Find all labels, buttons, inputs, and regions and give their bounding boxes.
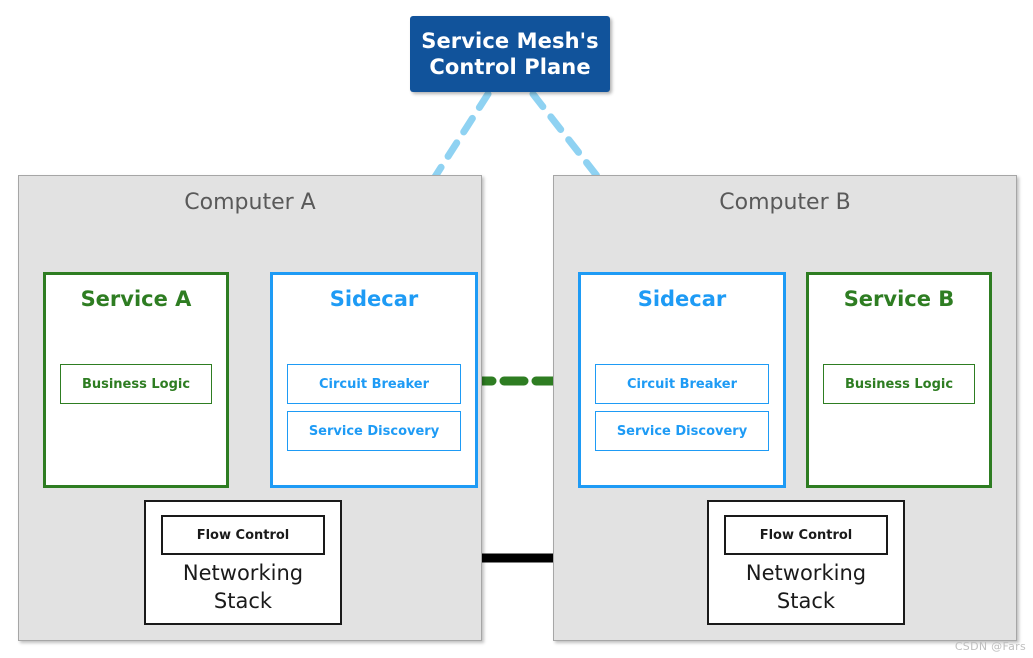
computer-b-title: Computer B bbox=[719, 190, 851, 215]
diagram-canvas: Service Mesh's Control Plane Computer A … bbox=[0, 0, 1033, 658]
service-b-title: Service B bbox=[843, 287, 955, 311]
service-a-title: Service A bbox=[80, 287, 192, 311]
netstack-a-label-line2: Stack bbox=[213, 588, 273, 613]
control-plane-label: Service Mesh's Control Plane bbox=[421, 28, 599, 81]
netstack-a-label-line1: Networking bbox=[182, 561, 304, 585]
control-plane-box[interactable]: Service Mesh's Control Plane bbox=[410, 16, 610, 92]
sidecar-b-box[interactable]: Sidecar Circuit Breaker Service Discover… bbox=[578, 272, 786, 488]
netstack-a-label: Networking Stack bbox=[146, 560, 340, 616]
control-plane-label-line2: Control Plane bbox=[429, 55, 591, 79]
sidecar-a-title: Sidecar bbox=[329, 287, 419, 311]
service-b-business-logic-box[interactable]: Business Logic bbox=[823, 364, 975, 404]
netstack-b-label: Networking Stack bbox=[709, 560, 903, 616]
netstack-b-box[interactable]: Flow Control Networking Stack bbox=[707, 500, 905, 625]
netstack-a-flow-control-box[interactable]: Flow Control bbox=[161, 515, 325, 555]
service-a-box[interactable]: Service A Business Logic bbox=[43, 272, 229, 488]
watermark: CSDN @Fars bbox=[954, 640, 1026, 653]
netstack-b-label-line1: Networking bbox=[745, 561, 867, 585]
sidecar-b-title: Sidecar bbox=[637, 287, 727, 311]
netstack-b-label-line2: Stack bbox=[776, 588, 836, 613]
sidecar-a-box[interactable]: Sidecar Circuit Breaker Service Discover… bbox=[270, 272, 478, 488]
sidecar-a-service-discovery-box[interactable]: Service Discovery bbox=[287, 411, 461, 451]
computer-a-title: Computer A bbox=[184, 190, 316, 215]
sidecar-b-service-discovery-box[interactable]: Service Discovery bbox=[595, 411, 769, 451]
service-a-business-logic-box[interactable]: Business Logic bbox=[60, 364, 212, 404]
sidecar-b-circuit-breaker-box[interactable]: Circuit Breaker bbox=[595, 364, 769, 404]
service-b-box[interactable]: Service B Business Logic bbox=[806, 272, 992, 488]
control-plane-label-line1: Service Mesh's bbox=[421, 28, 599, 53]
netstack-a-box[interactable]: Flow Control Networking Stack bbox=[144, 500, 342, 625]
sidecar-a-circuit-breaker-box[interactable]: Circuit Breaker bbox=[287, 364, 461, 404]
netstack-b-flow-control-box[interactable]: Flow Control bbox=[724, 515, 888, 555]
